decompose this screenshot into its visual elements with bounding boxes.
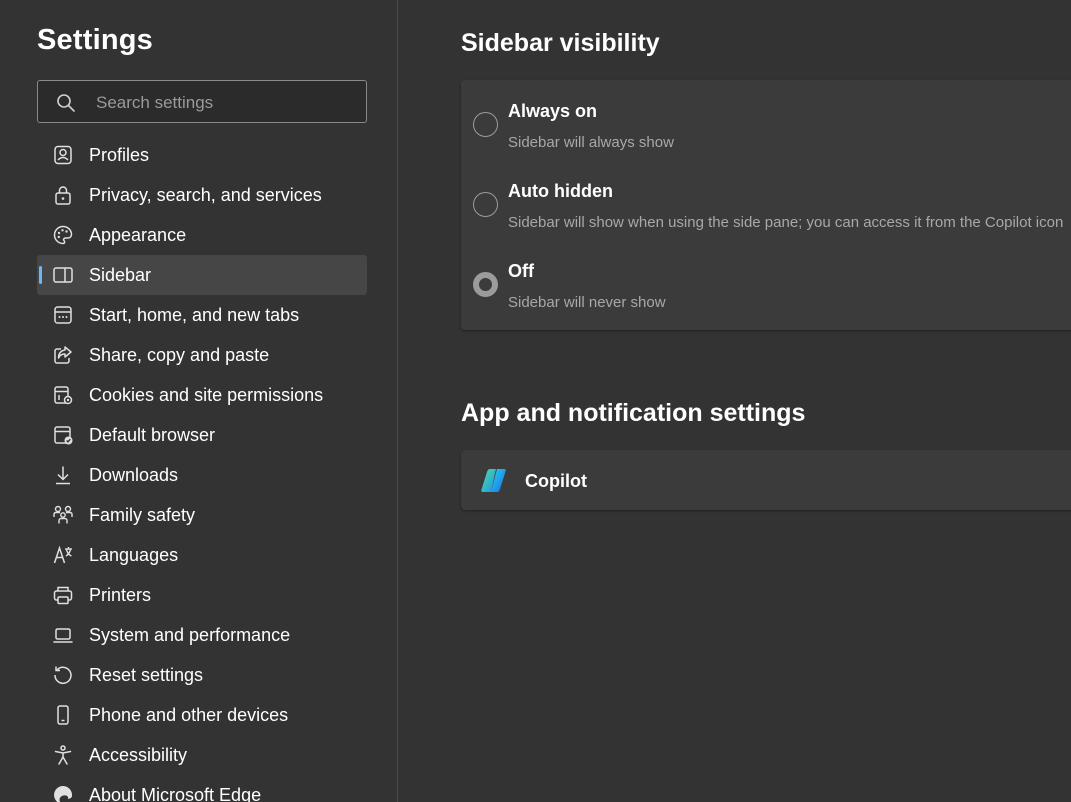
sidebar-item-label: Reset settings <box>89 664 204 685</box>
phone-icon <box>51 703 75 727</box>
option-label: Always on <box>508 101 598 121</box>
edge-logo-icon <box>51 783 75 802</box>
sidebar-item-label: Privacy, search, and services <box>89 184 322 205</box>
option-auto-hidden[interactable]: Auto hidden Sidebar will show when using… <box>461 160 1071 240</box>
printer-icon <box>51 583 75 607</box>
section-title-app-notification: App and notification settings <box>461 399 806 427</box>
default-browser-icon <box>51 423 75 447</box>
sidebar-item-label: System and performance <box>89 624 291 645</box>
copilot-icon <box>481 469 506 492</box>
settings-content: Sidebar visibility Always on Sidebar wil… <box>399 0 1071 802</box>
settings-title: Settings <box>37 24 153 56</box>
search-icon <box>57 94 75 112</box>
app-settings-card: Copilot <box>461 450 1071 510</box>
sidebar-item-label: Accessibility <box>89 744 188 765</box>
sidebar-item-label: Family safety <box>89 504 196 525</box>
profiles-icon <box>51 143 75 167</box>
sidebar-item-label: Appearance <box>89 224 187 245</box>
share-icon <box>51 343 75 367</box>
sidebar-item-system[interactable]: System and performance <box>37 615 367 655</box>
settings-sidebar: Settings Profiles Privacy, search, and s… <box>0 0 398 802</box>
languages-icon <box>51 543 75 567</box>
sidebar-item-label: Share, copy and paste <box>89 344 270 365</box>
sidebar-item-label: Printers <box>89 584 152 605</box>
app-item-copilot[interactable]: Copilot <box>461 450 1071 510</box>
sidebar-item-share[interactable]: Share, copy and paste <box>37 335 367 375</box>
sidebar-item-default-browser[interactable]: Default browser <box>37 415 367 455</box>
sidebar-item-label: Cookies and site permissions <box>89 384 324 405</box>
sidebar-item-label: Profiles <box>89 144 150 165</box>
lock-icon <box>51 183 75 207</box>
option-label: Auto hidden <box>508 181 613 201</box>
settings-window: Settings Profiles Privacy, search, and s… <box>0 0 1071 802</box>
option-off[interactable]: Off Sidebar will never show <box>461 240 1071 320</box>
sidebar-item-label: Languages <box>89 544 179 565</box>
option-description: Sidebar will never show <box>508 294 666 311</box>
sidebar-item-downloads[interactable]: Downloads <box>37 455 367 495</box>
sidebar-visibility-card: Always on Sidebar will always show Auto … <box>461 80 1071 330</box>
cookies-permissions-icon <box>51 383 75 407</box>
palette-icon <box>51 223 75 247</box>
sidebar-item-privacy[interactable]: Privacy, search, and services <box>37 175 367 215</box>
option-always-on[interactable]: Always on Sidebar will always show <box>461 80 1071 160</box>
reset-icon <box>51 663 75 687</box>
sidebar-item-label: Start, home, and new tabs <box>89 304 300 325</box>
sidebar-item-reset[interactable]: Reset settings <box>37 655 367 695</box>
sidebar-item-accessibility[interactable]: Accessibility <box>37 735 367 775</box>
radio-auto-hidden[interactable] <box>473 192 498 217</box>
sidebar-item-label: Default browser <box>89 424 216 445</box>
laptop-icon <box>51 623 75 647</box>
section-title-sidebar-visibility: Sidebar visibility <box>461 29 660 57</box>
radio-off[interactable] <box>473 272 498 297</box>
sidebar-item-label: Phone and other devices <box>89 704 289 725</box>
download-icon <box>51 463 75 487</box>
sidebar-item-appearance[interactable]: Appearance <box>37 215 367 255</box>
family-icon <box>51 503 75 527</box>
option-description: Sidebar will show when using the side pa… <box>508 214 1064 231</box>
sidebar-item-profiles[interactable]: Profiles <box>37 135 367 175</box>
start-page-icon <box>51 303 75 327</box>
sidebar-item-start-home[interactable]: Start, home, and new tabs <box>37 295 367 335</box>
sidebar-item-languages[interactable]: Languages <box>37 535 367 575</box>
sidebar-item-phone[interactable]: Phone and other devices <box>37 695 367 735</box>
sidebar-item-label: Sidebar <box>89 264 152 285</box>
option-label: Off <box>508 261 534 281</box>
sidebar-item-printers[interactable]: Printers <box>37 575 367 615</box>
sidebar-item-label: About Microsoft Edge <box>89 784 262 802</box>
app-item-label: Copilot <box>525 471 587 491</box>
option-description: Sidebar will always show <box>508 134 674 151</box>
settings-nav: Profiles Privacy, search, and services A… <box>37 135 367 802</box>
sidebar-item-family-safety[interactable]: Family safety <box>37 495 367 535</box>
accessibility-icon <box>51 743 75 767</box>
sidebar-item-cookies[interactable]: Cookies and site permissions <box>37 375 367 415</box>
sidebar-item-sidebar[interactable]: Sidebar <box>37 255 367 295</box>
sidebar-item-about[interactable]: About Microsoft Edge <box>37 775 367 802</box>
sidebar-icon <box>51 263 75 287</box>
radio-always-on[interactable] <box>473 112 498 137</box>
search-box[interactable] <box>37 80 367 123</box>
search-input[interactable] <box>94 89 358 117</box>
sidebar-item-label: Downloads <box>89 464 179 485</box>
